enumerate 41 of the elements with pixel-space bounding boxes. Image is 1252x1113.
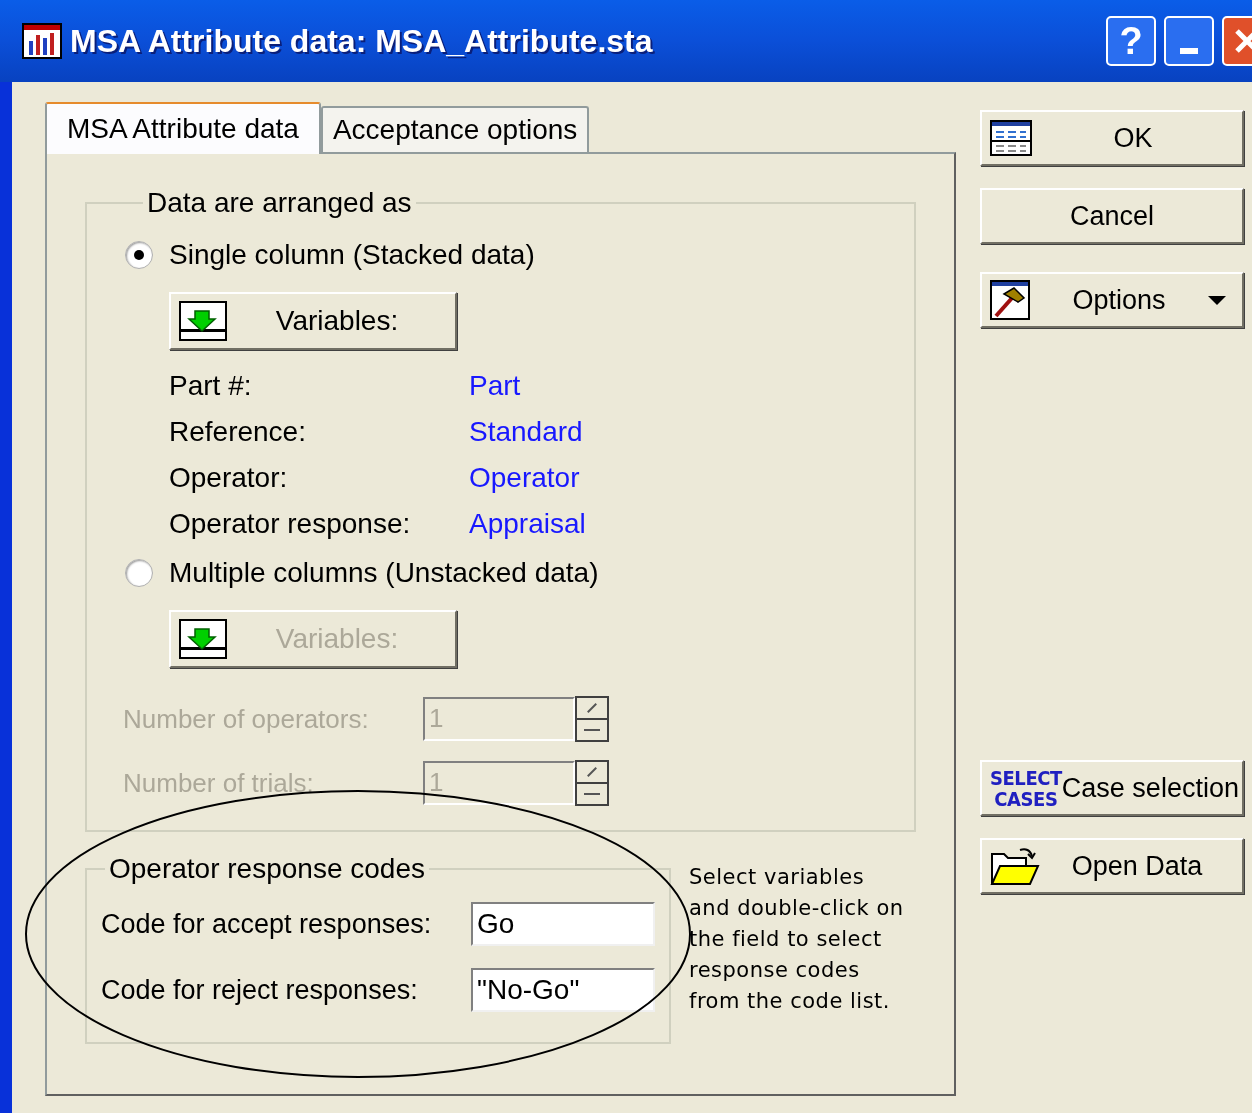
hammer-icon bbox=[990, 280, 1030, 320]
help-button[interactable]: ? bbox=[1106, 16, 1156, 66]
variable-label: Part #: bbox=[169, 370, 253, 402]
folder-icon bbox=[990, 846, 1040, 886]
options-button[interactable]: Options bbox=[980, 272, 1244, 328]
group-title: Operator response codes bbox=[108, 852, 426, 886]
spinner-label: Number of operators: bbox=[123, 702, 370, 736]
field-label: Code for accept responses: bbox=[101, 907, 432, 941]
spinner-arrows[interactable] bbox=[575, 760, 609, 806]
radio-button[interactable] bbox=[125, 559, 153, 587]
group-title: Data are arranged as bbox=[146, 186, 413, 220]
code-field[interactable]: Go bbox=[471, 902, 655, 946]
variable-value: Operator bbox=[469, 462, 581, 494]
radio-label: Multiple columns (Unstacked data) bbox=[169, 556, 599, 590]
spinner-arrows[interactable] bbox=[575, 696, 609, 742]
table-icon bbox=[990, 120, 1032, 156]
variable-value: Part bbox=[469, 370, 522, 402]
variable-label: Reference: bbox=[169, 416, 307, 448]
variable-label: Operator response: bbox=[169, 508, 412, 540]
open-data-button[interactable]: Open Data bbox=[980, 838, 1244, 894]
code-field[interactable]: "No-Go" bbox=[471, 968, 655, 1012]
chart-icon bbox=[22, 23, 62, 59]
select-cases-icon: SELECT CASES bbox=[990, 767, 1062, 809]
spinner-label: Number of trials: bbox=[123, 766, 315, 800]
variable-value: Standard bbox=[469, 416, 584, 448]
variable-label: Operator: bbox=[169, 462, 289, 494]
cancel-button[interactable]: Cancel bbox=[980, 188, 1244, 244]
ok-button[interactable]: OK bbox=[980, 110, 1244, 166]
radio-button[interactable] bbox=[125, 241, 153, 269]
hint-text: Select variables and double-click on the field to select response codes from the code list. bbox=[689, 864, 904, 1015]
tab[interactable]: MSA Attribute data bbox=[45, 102, 321, 154]
radio-label: Single column (Stacked data) bbox=[169, 238, 535, 272]
tab[interactable]: Acceptance options bbox=[320, 106, 590, 152]
window-title: MSA Attribute data: MSA_Attribute.sta bbox=[70, 22, 654, 61]
dropdown-caret-icon bbox=[1208, 295, 1226, 305]
variable-value: Appraisal bbox=[469, 508, 587, 540]
variables-button[interactable]: Variables: bbox=[169, 292, 457, 350]
field-label: Code for reject responses: bbox=[101, 973, 418, 1007]
variables-icon bbox=[179, 301, 227, 341]
minimize-button[interactable] bbox=[1164, 16, 1214, 66]
variables-icon bbox=[179, 619, 227, 659]
